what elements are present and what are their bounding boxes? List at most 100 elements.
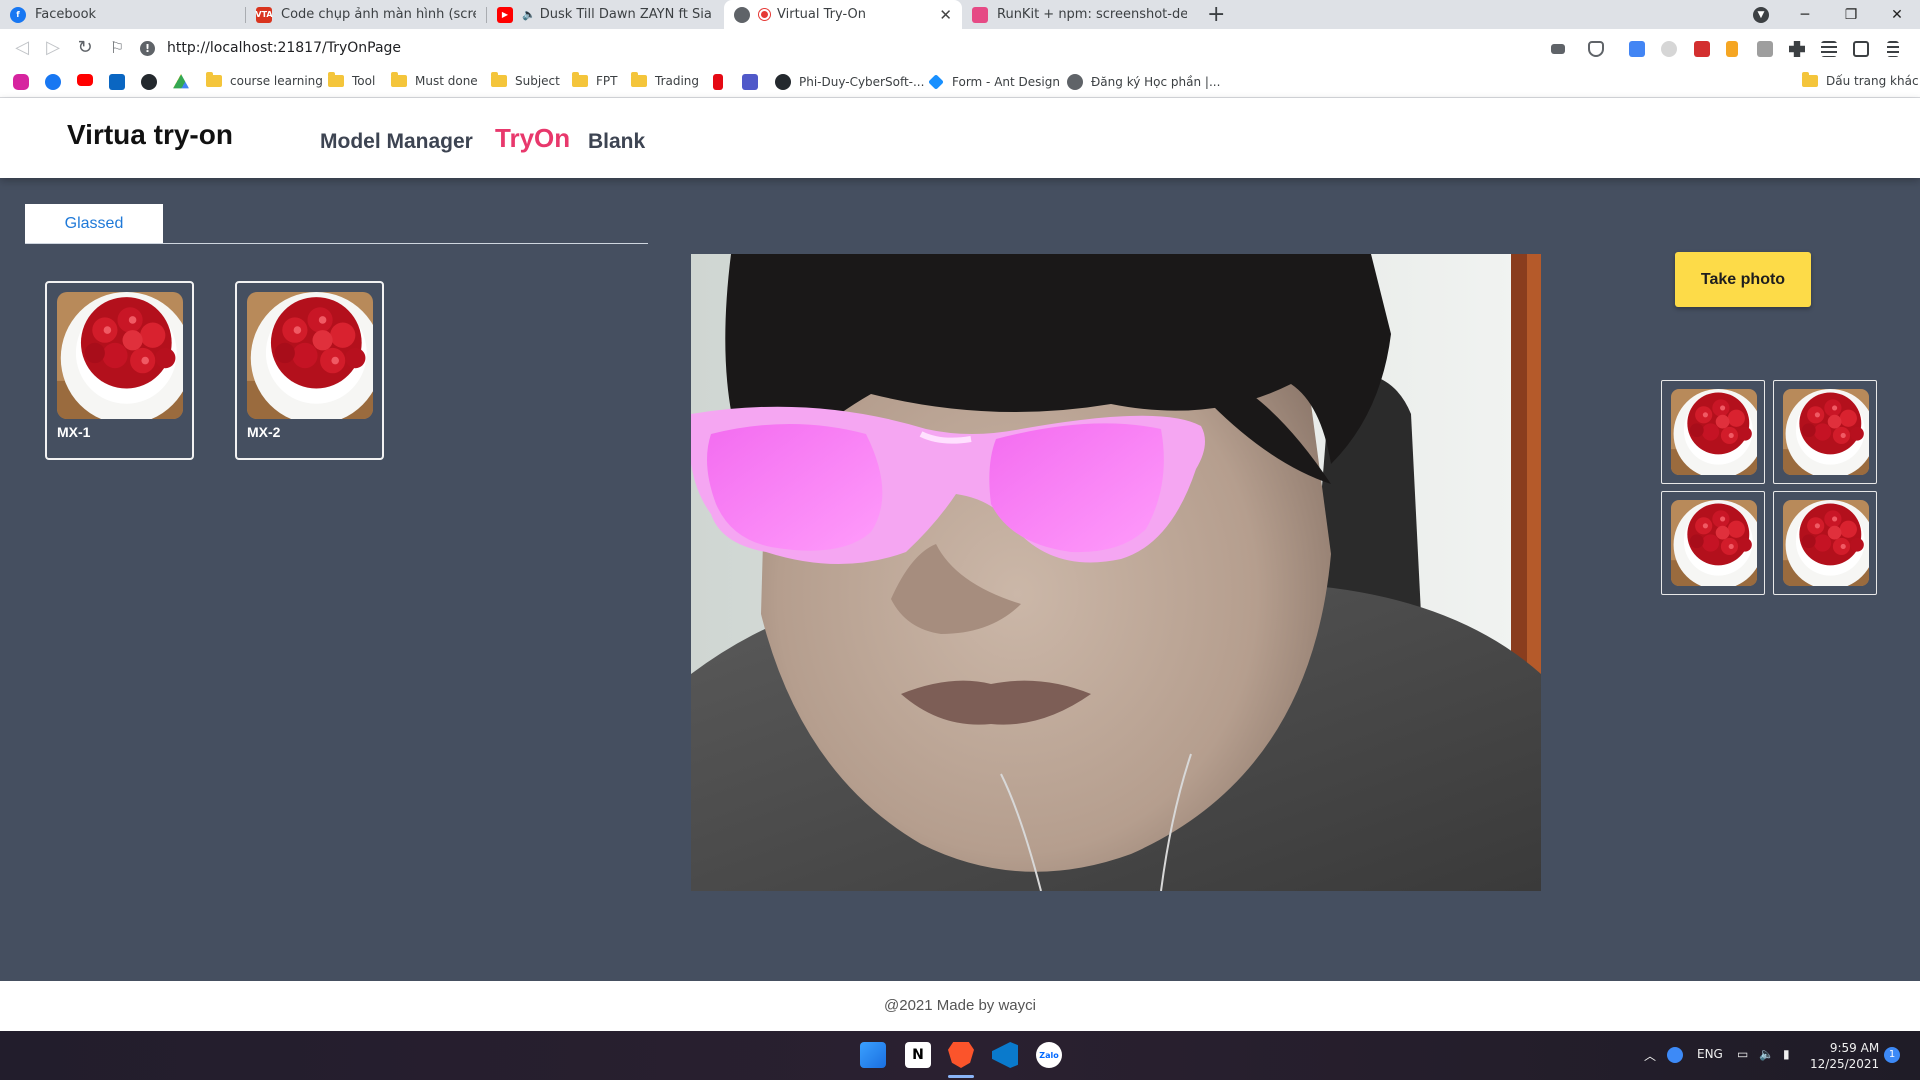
new-tab-plus-icon[interactable]: + [1207,2,1225,27]
camera-in-use-icon[interactable] [1551,44,1565,54]
volume-icon[interactable]: 🔈 [1759,1047,1774,1061]
tab-search-icon[interactable]: ▼ [1738,0,1784,29]
globe-icon [734,6,750,23]
bookmark-netflix[interactable] [713,74,731,90]
model-label: MX-2 [247,424,281,440]
minimize-icon[interactable]: ─ [1782,0,1828,29]
bookmark-github[interactable] [141,74,165,90]
bookmark-label: Form - Ant Design [952,75,1060,89]
bookmark-facebook[interactable] [45,74,69,90]
restore-icon[interactable]: ❐ [1828,0,1874,29]
brave-shield-icon[interactable] [1588,41,1604,57]
extension-gray-icon[interactable] [1757,41,1773,57]
model-card-mx-2[interactable]: MX-2 [235,281,384,460]
bookmark-folder-must-done[interactable]: Must done [391,72,478,88]
github-icon [775,74,791,90]
google-drive-icon [173,74,189,89]
captured-photo-image [1783,389,1869,475]
netflix-icon [713,74,723,90]
folder-icon [491,72,507,87]
address-url[interactable]: http://localhost:21817/TryOnPage [167,40,401,56]
notion-icon[interactable]: N [905,1042,931,1068]
nav-model-manager[interactable]: Model Manager [320,130,473,154]
folder-icon [206,72,222,87]
address-bar[interactable]: ! http://localhost:21817/TryOnPage [140,33,1570,63]
nav-blank[interactable]: Blank [588,130,645,154]
windows-start-icon[interactable] [860,1042,886,1068]
vscode-icon[interactable] [992,1042,1018,1068]
speaker-icon[interactable]: 🔈 [522,8,536,21]
captured-photo[interactable] [1773,491,1877,595]
reload-icon[interactable]: ↻ [74,37,96,58]
bookmark-folder-course-learning[interactable]: course learning [206,72,323,88]
show-hidden-icons-chevron-icon[interactable]: ︿ [1644,1047,1656,1064]
take-photo-button[interactable]: Take photo [1675,252,1811,307]
bookmark-google-drive[interactable] [173,74,197,90]
bookmark-course-registration[interactable]: Đăng ký Học phần |... [1067,74,1220,90]
captured-photo[interactable] [1773,380,1877,484]
wallet-icon[interactable] [1853,41,1869,57]
language-indicator[interactable]: ENG [1697,1047,1723,1061]
extension-ghost-icon[interactable] [1661,41,1677,57]
bookmark-folder-trading[interactable]: Trading [631,72,699,88]
system-clock[interactable]: 9:59 AM 12/25/2021 [1810,1040,1879,1072]
browser-tab-strip: f Facebook VTA Code chụp ảnh màn hình (s… [0,0,1920,29]
menu-icon[interactable] [1887,41,1899,57]
notification-badge[interactable]: 1 [1884,1047,1900,1063]
zalo-tray-icon[interactable] [1667,1047,1683,1063]
bookmark-instagram[interactable] [13,74,37,90]
browser-tab-screenshot-code[interactable]: VTA Code chụp ảnh màn hình (screenshot) [246,0,486,29]
browser-tab-virtual-try-on[interactable]: Virtual Try-On ✕ [724,0,962,29]
window-close-icon[interactable]: ✕ [1874,0,1920,29]
ant-design-icon [928,74,944,90]
active-app-indicator [948,1075,974,1078]
tab-title: Facebook [35,7,97,22]
bookmark-ant-design[interactable]: Form - Ant Design [928,74,1060,90]
bookmark-folder-tool[interactable]: Tool [328,72,375,88]
forward-arrow-icon[interactable]: ▷ [42,37,64,58]
reading-list-icon[interactable] [1821,41,1837,57]
model-card-mx-1[interactable]: MX-1 [45,281,194,460]
globe-icon [1067,74,1083,90]
bookmark-icon[interactable]: ⚐ [106,38,128,57]
bookmark-youtube[interactable] [77,74,101,86]
bookmark-folder-subject[interactable]: Subject [491,72,560,88]
extension-orange-icon[interactable] [1726,41,1738,57]
network-icon[interactable]: ▭ [1737,1047,1748,1061]
battery-icon[interactable]: ▮ [1783,1047,1790,1061]
nav-tryon[interactable]: TryOn [495,123,570,154]
model-thumbnail-image [247,292,373,419]
browser-tab-youtube[interactable]: ▶ 🔈 Dusk Till Dawn ZAYN ft Sia ДбкПа [487,0,723,29]
brave-icon[interactable] [948,1042,974,1068]
linkedin-icon [109,74,125,90]
facebook-icon [45,74,61,90]
brand-title[interactable]: Virtua try-on [67,119,233,151]
tab-bar-divider [25,243,648,244]
app-header: Virtua try-on Model Manager TryOn Blank [0,98,1920,178]
folder-icon [328,72,344,87]
browser-tab-runkit[interactable]: RunKit + npm: screenshot-desktop [962,0,1197,29]
folder-icon [572,72,588,87]
captured-photo[interactable] [1661,491,1765,595]
back-arrow-icon[interactable]: ◁ [11,37,33,58]
close-icon[interactable]: ✕ [939,6,952,24]
zalo-icon[interactable]: Zalo [1036,1042,1062,1068]
extension-red-icon[interactable] [1694,41,1710,57]
bookmark-github-repo[interactable]: Phi-Duy-CyberSoft-... [775,74,924,90]
instagram-icon [13,74,29,90]
captured-photo-image [1783,500,1869,586]
translate-icon[interactable] [1629,41,1645,57]
extensions-puzzle-icon[interactable] [1789,41,1805,57]
tab-glassed[interactable]: Glassed [25,204,163,244]
bookmark-other-folder[interactable]: Dấu trang khác [1802,72,1919,88]
bookmark-teams[interactable] [742,74,766,90]
captured-photo[interactable] [1661,380,1765,484]
teams-icon [742,74,758,90]
bookmark-linkedin[interactable] [109,74,133,90]
model-label: MX-1 [57,424,91,440]
browser-tab-facebook[interactable]: f Facebook [0,0,245,29]
site-info-icon[interactable]: ! [140,40,155,56]
windows-taskbar: N Zalo ︿ ENG ▭ 🔈 ▮ 9:59 AM 12/25/2021 1 [0,1031,1920,1080]
folder-icon [391,72,407,87]
bookmark-folder-fpt[interactable]: FPT [572,72,617,88]
